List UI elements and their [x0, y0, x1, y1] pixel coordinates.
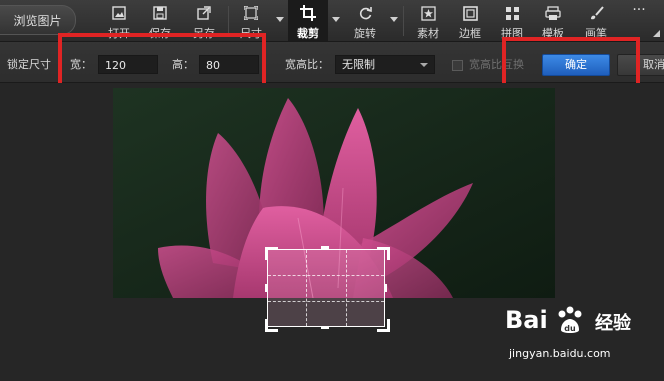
lock-size-label: 锁定尺寸	[7, 58, 51, 71]
crop-dropdown-icon[interactable]	[332, 17, 340, 22]
crop-handle-bottom[interactable]	[321, 326, 329, 329]
rotate-label: 旋转	[354, 27, 376, 40]
paw-logo-icon: du	[558, 306, 582, 333]
toolbar-divider	[228, 6, 229, 36]
resize-dropdown-icon[interactable]	[276, 17, 284, 22]
watermark-url: jingyan.baidu.com	[509, 347, 611, 360]
collage-grid-icon	[504, 5, 520, 21]
baidu-jingyan-watermark: Bai du 经验 jingyan.baidu.com	[505, 300, 664, 378]
crop-handle-right[interactable]	[384, 284, 387, 292]
rotate-icon	[357, 5, 373, 21]
expand-corner-icon[interactable]	[653, 30, 660, 37]
crop-handle-bottom-left[interactable]	[265, 319, 278, 332]
crop-icon	[300, 5, 316, 21]
crop-grid-line	[268, 275, 384, 276]
browse-images-button[interactable]: 浏览图片	[0, 5, 76, 35]
rotate-dropdown-icon[interactable]	[390, 17, 398, 22]
swap-ratio-checkbox[interactable]	[452, 60, 463, 71]
save-icon	[152, 5, 168, 21]
aspect-ratio-label: 宽高比：	[285, 58, 329, 71]
frame-label: 边框	[459, 27, 481, 40]
crop-label: 裁剪	[297, 27, 319, 40]
sticker-label: 素材	[417, 27, 439, 40]
crop-handle-left[interactable]	[265, 284, 268, 292]
save-as-icon	[196, 5, 212, 21]
resize-icon	[243, 5, 259, 21]
more-tools-button[interactable]: ···	[624, 2, 654, 18]
collage-button[interactable]: 拼图	[493, 0, 531, 41]
jingyan-logo-text: 经验	[595, 313, 631, 334]
template-icon	[545, 5, 561, 21]
rotate-button[interactable]: 旋转	[346, 0, 384, 41]
open-image-icon	[111, 5, 127, 21]
frame-button[interactable]: 边框	[451, 0, 489, 41]
aspect-ratio-value: 无限制	[342, 58, 375, 71]
toolbar-divider	[403, 6, 404, 36]
crop-button[interactable]: 裁剪	[288, 0, 328, 41]
sticker-button[interactable]: 素材	[409, 0, 447, 41]
crop-grid-line	[306, 250, 307, 326]
crop-handle-top[interactable]	[321, 246, 329, 249]
brush-icon	[588, 5, 604, 21]
crop-handle-top-right[interactable]	[377, 247, 390, 260]
crop-grid-line	[268, 301, 384, 302]
baidu-logo-text: Bai	[505, 306, 548, 334]
crop-handle-top-left[interactable]	[265, 247, 278, 260]
aspect-ratio-select[interactable]: 无限制	[335, 55, 435, 74]
crop-grid-line	[346, 250, 347, 326]
brush-button[interactable]: 画笔	[577, 0, 615, 41]
svg-text:du: du	[564, 324, 576, 333]
frame-icon	[462, 5, 478, 21]
crop-handle-bottom-right[interactable]	[377, 319, 390, 332]
template-button[interactable]: 模板	[534, 0, 572, 41]
star-sticker-icon	[420, 5, 436, 21]
crop-selection-box[interactable]	[267, 249, 385, 327]
chevron-down-icon	[420, 63, 428, 67]
